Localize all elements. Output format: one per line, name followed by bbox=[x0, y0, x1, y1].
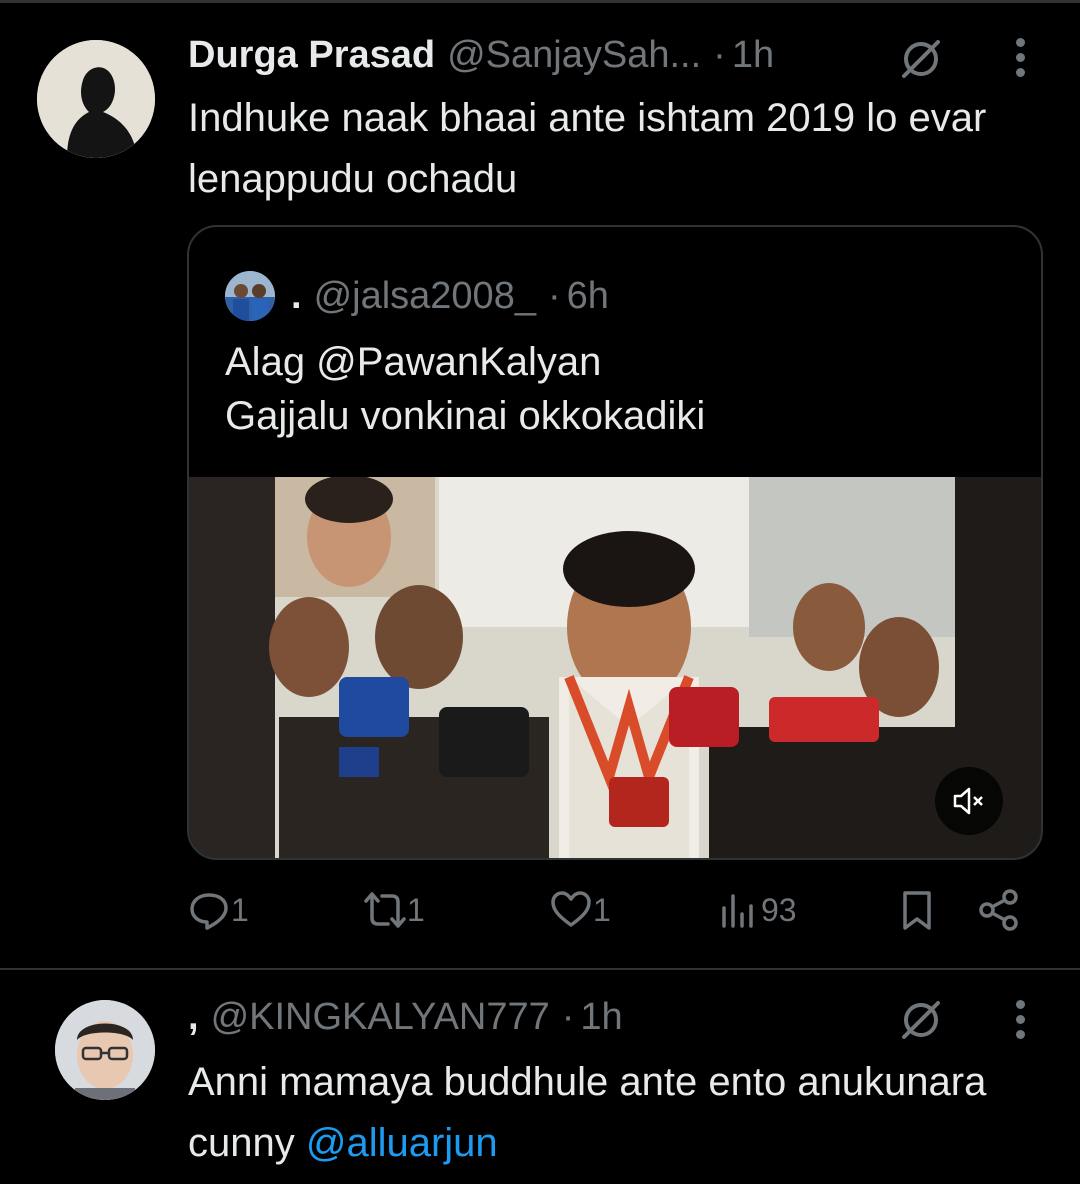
tweet-actions: 1 1 1 93 bbox=[187, 888, 1027, 948]
views-count: 93 bbox=[761, 891, 797, 928]
tweet-text: Indhuke naak bhaai ante ishtam 2019 lo e… bbox=[188, 96, 987, 201]
mute-button[interactable] bbox=[935, 767, 1003, 835]
reply-icon bbox=[190, 893, 228, 930]
mention-link[interactable]: @alluarjun bbox=[306, 1121, 498, 1165]
views-icon bbox=[722, 894, 753, 928]
quoted-tweet[interactable]: . @jalsa2008_ · 6h Alag @PawanKalyan Gaj… bbox=[187, 225, 1043, 860]
quoted-text-line-1: Alag @PawanKalyan bbox=[225, 340, 602, 384]
quoted-display-name[interactable]: . bbox=[291, 275, 302, 318]
quoted-text: Alag @PawanKalyan Gajjalu vonkinai okkok… bbox=[225, 335, 705, 443]
repost-button[interactable]: 1 bbox=[363, 888, 425, 932]
grok-icon[interactable] bbox=[898, 36, 944, 82]
handle[interactable]: @KINGKALYAN777 bbox=[211, 996, 550, 1039]
views-button[interactable]: 93 bbox=[717, 888, 797, 932]
timestamp[interactable]: 1h bbox=[580, 996, 622, 1039]
display-name[interactable]: Durga Prasad bbox=[188, 34, 435, 77]
top-divider bbox=[0, 0, 1080, 3]
quoted-tweet-header: . @jalsa2008_ · 6h bbox=[225, 271, 609, 321]
display-name[interactable]: , bbox=[188, 996, 199, 1039]
handle[interactable]: @SanjaySah... bbox=[447, 34, 701, 77]
mute-icon bbox=[953, 787, 983, 815]
bookmark-button[interactable] bbox=[895, 888, 939, 932]
tweet-header: Durga Prasad @SanjaySah... · 1h bbox=[188, 34, 774, 77]
video-frame bbox=[189, 477, 1041, 858]
share-icon bbox=[979, 889, 1018, 931]
repost-count: 1 bbox=[407, 891, 425, 928]
quoted-avatar[interactable] bbox=[225, 271, 275, 321]
like-button[interactable]: 1 bbox=[549, 888, 611, 932]
separator: · bbox=[561, 996, 575, 1038]
grok-icon[interactable] bbox=[898, 997, 944, 1043]
like-icon bbox=[551, 891, 591, 927]
avatar[interactable] bbox=[37, 40, 155, 158]
more-icon[interactable] bbox=[1013, 1000, 1027, 1045]
tweet-text: Anni mamaya buddhule ante ento anukunara… bbox=[188, 1052, 1038, 1174]
quoted-timestamp[interactable]: 6h bbox=[567, 275, 609, 318]
reply-count: 1 bbox=[231, 891, 249, 928]
avatar-photo bbox=[55, 1000, 155, 1100]
quoted-handle[interactable]: @jalsa2008_ bbox=[314, 275, 536, 318]
repost-icon bbox=[364, 892, 406, 928]
like-count: 1 bbox=[593, 891, 611, 928]
share-button[interactable] bbox=[977, 888, 1021, 932]
avatar-photo bbox=[37, 40, 155, 158]
more-icon[interactable] bbox=[1013, 38, 1027, 83]
quoted-avatar-photo bbox=[225, 271, 275, 321]
tweet-header: , @KINGKALYAN777 · 1h bbox=[188, 996, 623, 1039]
quoted-text-line-2: Gajjalu vonkinai okkokadiki bbox=[225, 394, 706, 438]
timestamp[interactable]: 1h bbox=[732, 34, 774, 77]
video-player[interactable] bbox=[189, 477, 1041, 858]
separator: · bbox=[713, 34, 726, 76]
tweet-divider bbox=[0, 968, 1080, 970]
separator: · bbox=[547, 274, 561, 317]
avatar[interactable] bbox=[55, 1000, 155, 1100]
bookmark-icon bbox=[903, 891, 931, 930]
reply-button[interactable]: 1 bbox=[187, 888, 249, 932]
